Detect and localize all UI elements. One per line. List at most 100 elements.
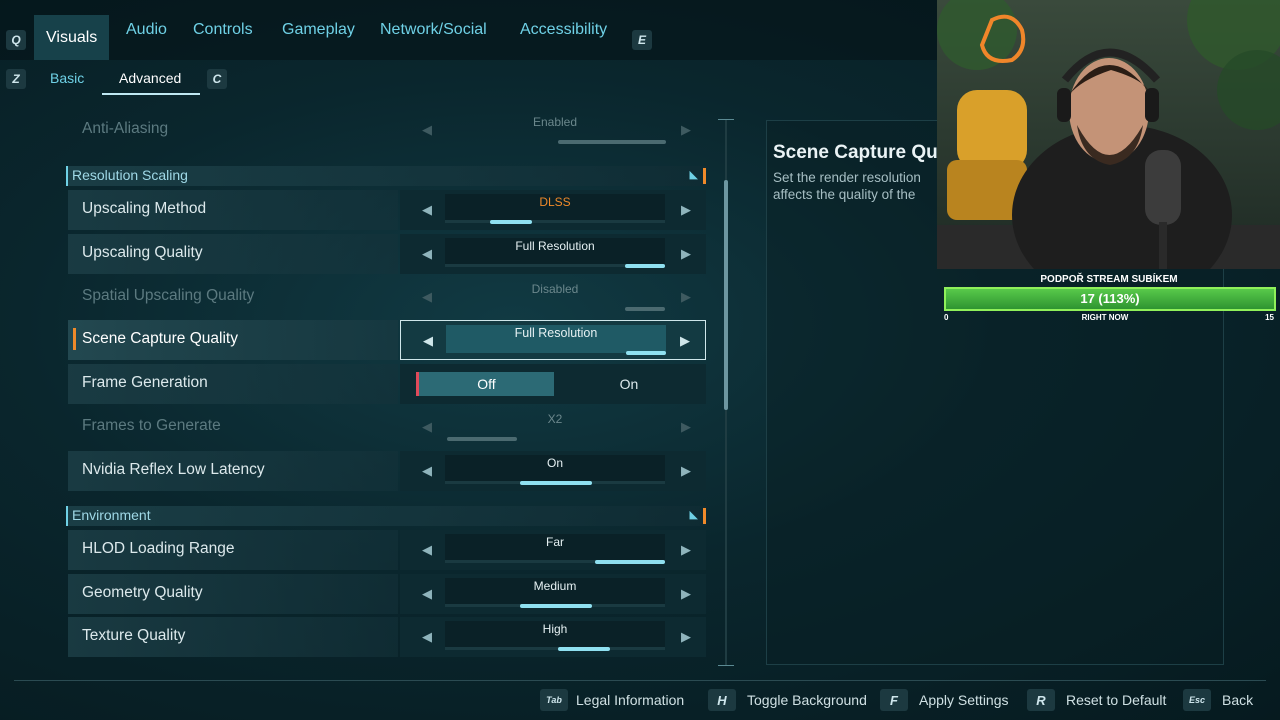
arrow-right-icon[interactable]: ▶ bbox=[676, 540, 696, 560]
legal-information-button[interactable]: Tab Legal Information bbox=[540, 688, 684, 712]
setting-upscaling-method[interactable]: Upscaling Method ◀ DLSS ▶ bbox=[66, 190, 706, 230]
r-key-icon: R bbox=[1027, 689, 1055, 711]
setting-nvidia-reflex[interactable]: Nvidia Reflex Low Latency ◀ On ▶ bbox=[66, 451, 706, 491]
arrow-left-icon[interactable]: ◀ bbox=[417, 584, 437, 604]
setting-scene-capture-quality[interactable]: Scene Capture Quality ◀ Full Resolution … bbox=[66, 320, 706, 360]
prev-subtab-key[interactable]: Z bbox=[6, 69, 26, 89]
apply-settings-button[interactable]: F Apply Settings bbox=[880, 688, 1009, 712]
setting-value: Disabled bbox=[531, 282, 579, 296]
setting-label: Upscaling Quality bbox=[82, 244, 203, 261]
tab-key-icon: Tab bbox=[540, 689, 568, 711]
arrow-left-icon[interactable]: ◀ bbox=[417, 120, 437, 140]
setting-upscaling-quality[interactable]: Upscaling Quality ◀ Full Resolution ▶ bbox=[66, 234, 706, 274]
value-indicator bbox=[625, 264, 665, 268]
arrow-left-icon[interactable]: ◀ bbox=[417, 627, 437, 647]
setting-label: Geometry Quality bbox=[82, 584, 203, 601]
arrow-right-icon[interactable]: ▶ bbox=[676, 417, 696, 437]
setting-label: Scene Capture Quality bbox=[82, 330, 238, 347]
arrow-right-icon[interactable]: ▶ bbox=[676, 461, 696, 481]
stream-goal-bar: 17 (113%) bbox=[944, 287, 1276, 311]
section-marker bbox=[703, 508, 706, 524]
arrow-right-icon[interactable]: ▶ bbox=[676, 627, 696, 647]
arrow-right-icon[interactable]: ▶ bbox=[676, 287, 696, 307]
setting-value: X2 bbox=[547, 412, 563, 426]
geometry-quality-selector[interactable]: ◀ Medium ▶ bbox=[400, 574, 706, 614]
anti-aliasing-selector[interactable]: ◀ Enabled ▶ bbox=[400, 112, 706, 150]
selected-row-marker bbox=[73, 328, 76, 350]
arrow-left-icon[interactable]: ◀ bbox=[417, 461, 437, 481]
setting-anti-aliasing[interactable]: Anti-Aliasing ◀ Enabled ▶ bbox=[66, 112, 706, 150]
setting-frame-generation[interactable]: Frame Generation Off On bbox=[66, 364, 706, 404]
h-key-icon: H bbox=[708, 689, 736, 711]
texture-quality-selector[interactable]: ◀ High ▶ bbox=[400, 617, 706, 657]
value-indicator bbox=[520, 604, 592, 608]
arrow-left-icon[interactable]: ◀ bbox=[417, 244, 437, 264]
setting-spatial-upscaling-quality[interactable]: Spatial Upscaling Quality ◀ Disabled ▶ bbox=[66, 277, 706, 317]
prev-tab-key[interactable]: Q bbox=[6, 30, 26, 50]
setting-frames-to-generate[interactable]: Frames to Generate ◀ X2 ▶ bbox=[66, 407, 706, 447]
setting-label: Anti-Aliasing bbox=[82, 120, 169, 137]
setting-label: Nvidia Reflex Low Latency bbox=[82, 461, 265, 478]
section-marker bbox=[703, 168, 706, 184]
hlod-loading-range-selector[interactable]: ◀ Far ▶ bbox=[400, 530, 706, 570]
setting-label: Spatial Upscaling Quality bbox=[82, 287, 255, 304]
toggle-background-button[interactable]: H Toggle Background bbox=[708, 688, 867, 712]
setting-hlod-loading-range[interactable]: HLOD Loading Range ◀ Far ▶ bbox=[66, 530, 706, 570]
value-track bbox=[445, 220, 665, 223]
arrow-left-icon[interactable]: ◀ bbox=[417, 540, 437, 560]
setting-texture-quality[interactable]: Texture Quality ◀ High ▶ bbox=[66, 617, 706, 657]
description-text: Set the render resolution affects the qu… bbox=[773, 169, 943, 203]
hint-label: Legal Information bbox=[576, 692, 685, 708]
value-indicator bbox=[447, 437, 517, 441]
tab-visuals[interactable]: Visuals bbox=[34, 15, 110, 60]
arrow-left-icon[interactable]: ◀ bbox=[417, 417, 437, 437]
tab-network-social[interactable]: Network/Social bbox=[380, 18, 487, 42]
toggle-on-option[interactable]: On bbox=[560, 372, 698, 396]
reset-to-default-button[interactable]: R Reset to Default bbox=[1027, 688, 1166, 712]
spatial-upscaling-selector[interactable]: ◀ Disabled ▶ bbox=[400, 277, 706, 317]
hint-label: Toggle Background bbox=[747, 692, 867, 708]
section-resolution-scaling: Resolution Scaling ◣ bbox=[66, 166, 706, 186]
description-line: affects the quality of the bbox=[773, 187, 916, 202]
stream-goal-label: RIGHT NOW bbox=[1081, 313, 1129, 322]
frame-generation-toggle[interactable]: Off On bbox=[400, 364, 706, 404]
arrow-right-icon[interactable]: ▶ bbox=[676, 584, 696, 604]
setting-value: Full Resolution bbox=[515, 239, 595, 253]
tab-accessibility[interactable]: Accessibility bbox=[520, 18, 607, 42]
tab-audio[interactable]: Audio bbox=[126, 18, 167, 42]
hint-label: Apply Settings bbox=[919, 692, 1009, 708]
upscaling-quality-selector[interactable]: ◀ Full Resolution ▶ bbox=[400, 234, 706, 274]
tab-controls[interactable]: Controls bbox=[193, 18, 253, 42]
section-title: Resolution Scaling bbox=[72, 167, 188, 183]
setting-value: Far bbox=[546, 535, 564, 549]
arrow-right-icon[interactable]: ▶ bbox=[676, 200, 696, 220]
description-line: Set the render resolution bbox=[773, 170, 921, 185]
setting-geometry-quality[interactable]: Geometry Quality ◀ Medium ▶ bbox=[66, 574, 706, 614]
nvidia-reflex-selector[interactable]: ◀ On ▶ bbox=[400, 451, 706, 491]
setting-label: Upscaling Method bbox=[82, 200, 207, 217]
subtab-advanced[interactable]: Advanced bbox=[119, 70, 181, 86]
back-button[interactable]: Esc Back bbox=[1183, 688, 1253, 712]
stream-goal-title: PODPOŘ STREAM SUBÍKEM bbox=[1040, 274, 1178, 285]
arrow-left-icon[interactable]: ◀ bbox=[417, 200, 437, 220]
arrow-left-icon[interactable]: ◀ bbox=[418, 331, 438, 351]
arrow-right-icon[interactable]: ▶ bbox=[676, 244, 696, 264]
upscaling-method-selector[interactable]: ◀ DLSS ▶ bbox=[400, 190, 706, 230]
arrow-right-icon[interactable]: ▶ bbox=[676, 120, 696, 140]
next-tab-key[interactable]: E bbox=[632, 30, 652, 50]
value-indicator bbox=[558, 140, 666, 144]
subtab-basic[interactable]: Basic bbox=[50, 70, 84, 86]
setting-value: Full Resolution bbox=[514, 326, 598, 340]
toggle-off-option[interactable]: Off bbox=[416, 372, 554, 396]
scrollbar-thumb[interactable] bbox=[724, 180, 728, 410]
value-indicator bbox=[625, 307, 665, 311]
tab-gameplay[interactable]: Gameplay bbox=[282, 18, 355, 42]
setting-label: HLOD Loading Range bbox=[82, 540, 235, 557]
next-subtab-key[interactable]: C bbox=[207, 69, 227, 89]
arrow-right-icon[interactable]: ▶ bbox=[675, 331, 695, 351]
esc-key-icon: Esc bbox=[1183, 689, 1211, 711]
setting-value: Medium bbox=[533, 579, 577, 593]
frames-to-generate-selector[interactable]: ◀ X2 ▶ bbox=[400, 407, 706, 447]
scene-capture-quality-selector[interactable]: ◀ Full Resolution ▶ bbox=[400, 320, 706, 360]
arrow-left-icon[interactable]: ◀ bbox=[417, 287, 437, 307]
